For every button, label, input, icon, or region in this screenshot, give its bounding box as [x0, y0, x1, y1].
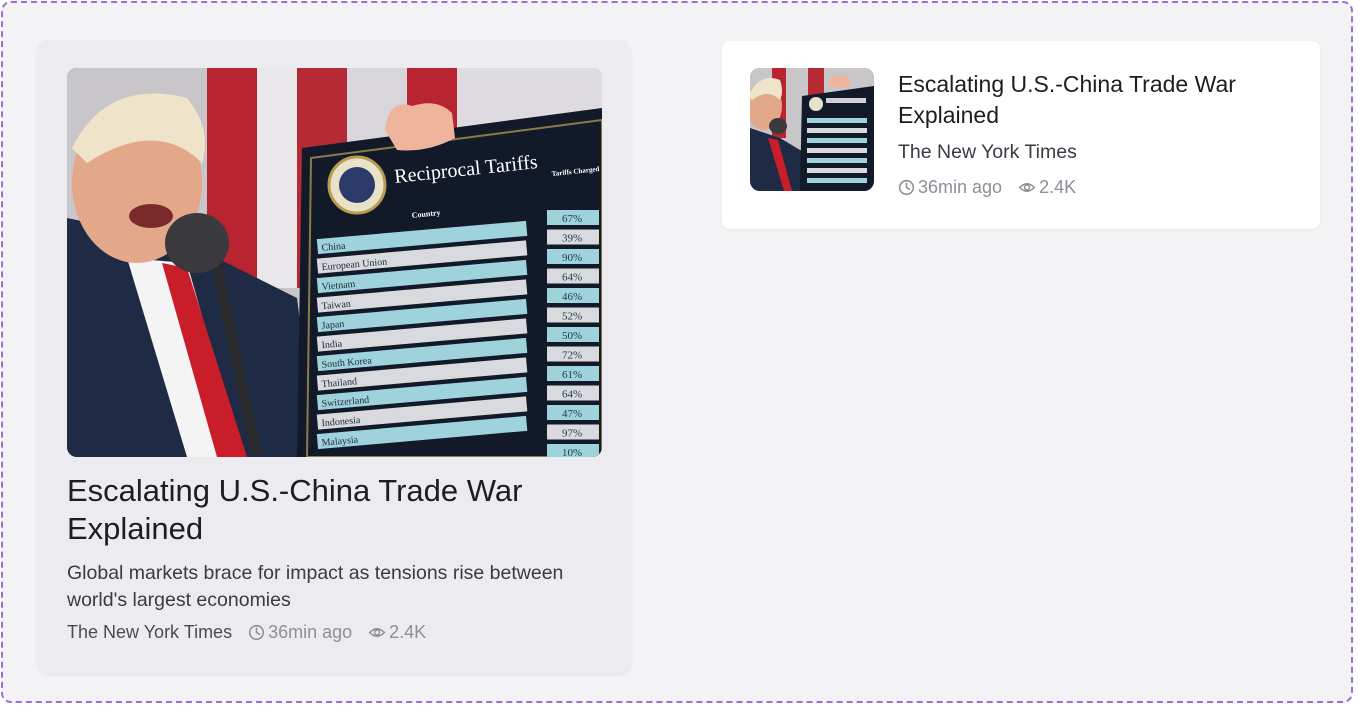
views-info: 2.4K	[368, 622, 426, 643]
clock-icon	[249, 624, 265, 641]
views-info: 2.4K	[1018, 177, 1076, 198]
tariff-value: 50%	[562, 330, 582, 342]
featured-news-meta: The New York Times 36min ago 2.4K	[67, 622, 442, 643]
tariff-value: 47%	[562, 408, 582, 420]
tariff-value: 39%	[562, 233, 582, 245]
eye-icon	[1018, 183, 1036, 192]
compact-news-card[interactable]: Escalating U.S.-China Trade War Explaine…	[722, 41, 1320, 229]
view-count: 2.4K	[389, 622, 427, 642]
tariff-value: 64%	[562, 389, 582, 401]
tariff-value: 97%	[562, 428, 582, 440]
layout-frame: Reciprocal Tariffs Country Tariffs Charg…	[1, 1, 1353, 703]
eye-icon	[368, 628, 386, 637]
time-ago: 36min ago	[268, 622, 353, 642]
news-source: The New York Times	[67, 622, 233, 642]
featured-news-image[interactable]: Reciprocal Tariffs Country Tariffs Charg…	[67, 68, 602, 457]
featured-news-description: Global markets brace for impact as tensi…	[67, 562, 564, 611]
compact-news-title[interactable]: Escalating U.S.-China Trade War Explaine…	[898, 69, 1308, 131]
tariff-value: 61%	[562, 369, 582, 381]
tariff-value: 72%	[562, 350, 582, 362]
time-ago: 36min ago	[918, 177, 1003, 197]
tariff-country: Japan	[321, 319, 345, 332]
time-info: 36min ago	[248, 622, 352, 643]
tariff-value: 64%	[562, 272, 582, 284]
time-info: 36min ago	[898, 177, 1002, 198]
featured-news-card[interactable]: Reciprocal Tariffs Country Tariffs Charg…	[37, 40, 631, 674]
news-source: The New York Times	[898, 141, 1077, 163]
tariff-country: China	[321, 241, 346, 254]
compact-news-thumbnail[interactable]	[750, 68, 874, 191]
compact-news-meta: 36min ago 2.4K	[898, 177, 1092, 198]
view-count: 2.4K	[1039, 177, 1077, 197]
tariff-value: 10%	[562, 447, 582, 457]
featured-news-title[interactable]: Escalating U.S.-China Trade War Explaine…	[67, 472, 587, 548]
tariff-value: 67%	[562, 213, 582, 225]
tariff-value: 52%	[562, 311, 582, 323]
tariff-value: 46%	[562, 291, 582, 303]
tariff-value: 90%	[562, 252, 582, 264]
tariff-country: India	[321, 338, 343, 351]
clock-icon	[898, 179, 915, 196]
